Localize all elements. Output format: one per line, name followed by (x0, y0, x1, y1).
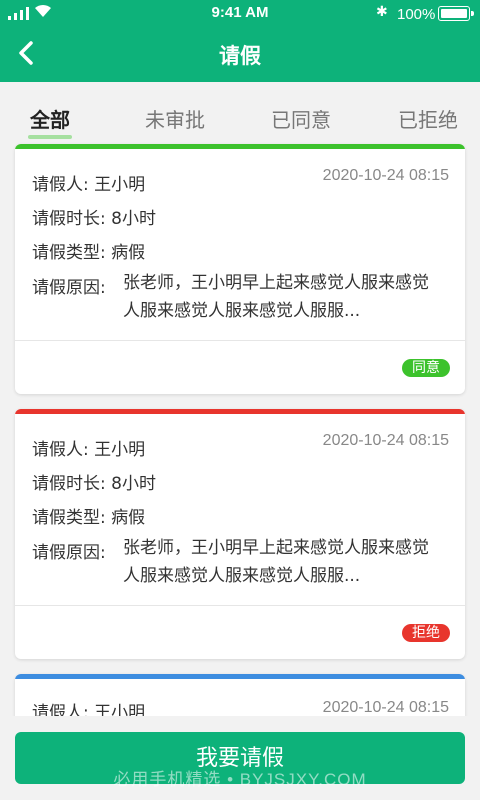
reason-label: 请假原因: (32, 278, 106, 298)
applicant-row: 请假人: 王小明 (32, 435, 145, 460)
active-tab-underline (28, 135, 72, 139)
tab-label: 全部 (30, 108, 70, 132)
tab-pending[interactable]: 未审批 (145, 104, 205, 133)
type-row: 请假类型: 病假 (32, 503, 145, 528)
tab-approved[interactable]: 已同意 (271, 104, 331, 133)
applicant-name: 王小明 (94, 175, 146, 195)
applicant-row: 请假人: 王小明 (32, 170, 145, 195)
tab-label: 已同意 (271, 108, 331, 132)
watermark: 必用手机精选 • BYJSJXY.COM (113, 770, 367, 789)
applicant-label: 请假人: (32, 175, 89, 195)
page-title: 请假 (219, 44, 261, 68)
leave-card[interactable]: 请假人: 王小明 2020-10-24 08:15 请假时长: 8小时 请假类型… (15, 144, 465, 394)
type-label: 请假类型: (32, 243, 106, 263)
card-divider (15, 605, 465, 606)
duration-row: 请假时长: 8小时 (32, 469, 156, 494)
battery-icon (438, 6, 474, 21)
type-value: 病假 (111, 508, 146, 528)
bluetooth-icon: ✱ (376, 4, 388, 20)
tab-label: 未审批 (145, 108, 205, 132)
type-row: 请假类型: 病假 (32, 238, 145, 263)
leave-card[interactable]: 请假人: 王小明 2020-10-24 08:15 请假时长: 8小时 请假类型… (15, 409, 465, 659)
tab-rejected[interactable]: 已拒绝 (398, 104, 458, 133)
status-badge: 同意 (402, 359, 450, 377)
request-datetime: 2020-10-24 08:15 (322, 699, 449, 716)
status-color-bar (15, 409, 465, 414)
duration-value: 8小时 (111, 209, 156, 229)
card-divider (15, 340, 465, 341)
battery-percent: 100% (397, 6, 436, 23)
status-bar: 9:41 AM ✱ 100% (0, 0, 480, 28)
request-datetime: 2020-10-24 08:15 (322, 432, 449, 449)
app-header: 9:41 AM ✱ 100% 请假 (0, 0, 480, 82)
duration-label: 请假时长: (32, 474, 106, 494)
duration-row: 请假时长: 8小时 (32, 204, 156, 229)
status-color-bar (15, 674, 465, 679)
type-label: 请假类型: (32, 508, 106, 528)
applicant-label: 请假人: (32, 440, 89, 460)
reason-text: 张老师，王小明早上起来感觉人服来感觉人服来感觉人服来感觉人服服... (123, 538, 429, 586)
status-badge: 拒绝 (402, 624, 450, 642)
reason-text: 张老师，王小明早上起来感觉人服来感觉人服来感觉人服来感觉人服服... (123, 273, 429, 321)
duration-value: 8小时 (111, 474, 156, 494)
request-datetime: 2020-10-24 08:15 (322, 167, 449, 184)
tab-all[interactable]: 全部 (28, 104, 72, 139)
type-value: 病假 (111, 243, 146, 263)
status-color-bar (15, 144, 465, 149)
filter-tabs: 全部 未审批 已同意 已拒绝 (0, 98, 480, 142)
applicant-name: 王小明 (94, 440, 146, 460)
duration-label: 请假时长: (32, 209, 106, 229)
tab-label: 已拒绝 (398, 108, 458, 132)
reason-label: 请假原因: (32, 543, 106, 563)
